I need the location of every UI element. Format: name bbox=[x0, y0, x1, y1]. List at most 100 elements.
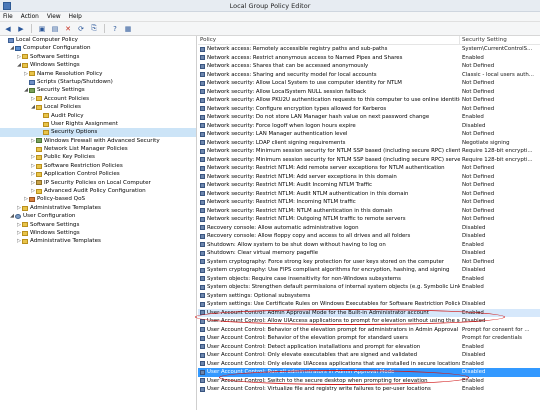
policy-icon bbox=[200, 55, 205, 61]
policy-row[interactable]: System objects: Strengthen default permi… bbox=[198, 283, 540, 292]
security-setting-value: Require 128-bit encrypti... bbox=[462, 156, 533, 163]
forward-icon[interactable]: ▶ bbox=[16, 24, 26, 34]
policy-name: Network security: Restrict NTLM: Audit N… bbox=[207, 190, 409, 197]
policy-row[interactable]: Network security: Restrict NTLM: Add rem… bbox=[198, 164, 540, 173]
tree-item[interactable]: ▷ Administrative Templates bbox=[0, 204, 196, 212]
tree-item[interactable]: ▷ Policy-based QoS bbox=[0, 195, 196, 203]
policy-row[interactable]: Network security: Minimum session securi… bbox=[198, 147, 540, 156]
tree-item[interactable]: Audit Policy bbox=[0, 112, 196, 120]
column-header-policy[interactable]: Policy bbox=[198, 36, 460, 44]
tree-item[interactable]: ▷ Software Settings bbox=[0, 53, 196, 61]
tree-item[interactable]: ◢ Security Settings bbox=[0, 86, 196, 94]
tree-item[interactable]: ◢ User Configuration bbox=[0, 212, 196, 220]
show-hide-tree-icon[interactable]: ▤ bbox=[50, 24, 60, 34]
policy-row[interactable]: Network security: Allow Local System to … bbox=[198, 79, 540, 88]
menu-bar: File Action View Help bbox=[0, 12, 540, 22]
menu-item-view[interactable]: View bbox=[47, 14, 61, 20]
policy-row[interactable]: User Account Control: Behavior of the el… bbox=[198, 326, 540, 335]
tree-item-label: Advanced Audit Policy Configuration bbox=[44, 188, 146, 195]
policy-row[interactable]: User Account Control: Behavior of the el… bbox=[198, 334, 540, 343]
policy-row[interactable]: Network security: LAN Manager authentica… bbox=[198, 130, 540, 139]
tree-item[interactable]: ◢ Computer Configuration bbox=[0, 44, 196, 52]
help-icon[interactable]: ? bbox=[110, 24, 120, 34]
policy-name: Network security: Restrict NTLM: NTLM au… bbox=[207, 207, 393, 214]
tree-item[interactable]: Network List Manager Policies bbox=[0, 145, 196, 153]
policy-cell: System objects: Strengthen default permi… bbox=[198, 283, 460, 292]
policy-row[interactable]: User Account Control: Virtualize file an… bbox=[198, 385, 540, 394]
policy-row[interactable]: Network security: Do not store LAN Manag… bbox=[198, 113, 540, 122]
security-setting-value: Enabled bbox=[462, 309, 484, 316]
menu-item-help[interactable]: Help bbox=[69, 14, 82, 20]
policy-row[interactable]: System objects: Require case insensitivi… bbox=[198, 275, 540, 284]
tree-item[interactable]: Local Computer Policy bbox=[0, 36, 196, 44]
policy-row[interactable]: User Account Control: Allow UIAccess app… bbox=[198, 317, 540, 326]
tree-item[interactable]: ◢ Windows Settings bbox=[0, 61, 196, 69]
policy-row[interactable]: User Account Control: Detect application… bbox=[198, 343, 540, 352]
refresh-icon[interactable]: ⟳ bbox=[76, 24, 86, 34]
tree-item[interactable]: Scripts (Startup/Shutdown) bbox=[0, 78, 196, 86]
tree-item[interactable]: User Rights Assignment bbox=[0, 120, 196, 128]
tree-item-label: Name Resolution Policy bbox=[37, 70, 103, 77]
policy-row[interactable]: User Account Control: Admin Approval Mod… bbox=[198, 308, 540, 318]
tree-item[interactable]: ▷ Software Restriction Policies bbox=[0, 162, 196, 170]
tree-item[interactable]: ▷ Advanced Audit Policy Configuration bbox=[0, 187, 196, 195]
policy-name: User Account Control: Virtualize file an… bbox=[207, 386, 431, 392]
policy-row[interactable]: Network security: Restrict NTLM: Incomin… bbox=[198, 198, 540, 207]
tree-item-label: Public Key Policies bbox=[44, 154, 95, 161]
policy-cell: User Account Control: Admin Approval Mod… bbox=[198, 309, 460, 318]
policy-name: Recovery console: Allow floppy copy and … bbox=[207, 233, 411, 239]
policy-row[interactable]: Network security: Configure encryption t… bbox=[198, 105, 540, 114]
policy-row[interactable]: Network security: Force logoff when logo… bbox=[198, 122, 540, 131]
policy-row[interactable]: Network security: Minimum session securi… bbox=[198, 156, 540, 165]
policy-row[interactable]: User Account Control: Only elevate UIAcc… bbox=[198, 360, 540, 369]
policy-row[interactable]: Network security: Allow PKU2U authentica… bbox=[198, 96, 540, 105]
tree-item[interactable]: ▷ Application Control Policies bbox=[0, 170, 196, 178]
tree-item[interactable]: ◢ Local Policies bbox=[0, 103, 196, 111]
tree-item[interactable]: ▷ Administrative Templates bbox=[0, 237, 196, 245]
policy-row[interactable]: Recovery console: Allow automatic admini… bbox=[198, 224, 540, 233]
up-folder-icon[interactable]: ▣ bbox=[37, 24, 47, 34]
tree-item[interactable]: ▷ IP Security Policies on Local Computer bbox=[0, 179, 196, 187]
menu-item-action[interactable]: Action bbox=[21, 14, 39, 20]
export-icon[interactable]: ⎘ bbox=[89, 24, 99, 34]
tree-item[interactable]: ▷ Software Settings bbox=[0, 221, 196, 229]
policy-row[interactable]: Network security: Restrict NTLM: Add ser… bbox=[198, 173, 540, 182]
security-setting-value: Not Defined bbox=[462, 216, 495, 222]
tree-item-label: Policy-based QoS bbox=[37, 196, 86, 203]
policy-row[interactable]: Recovery console: Allow floppy copy and … bbox=[198, 232, 540, 241]
policy-row[interactable]: System settings: Use Certificate Rules o… bbox=[198, 300, 540, 309]
policy-row[interactable]: System settings: Optional subsystems bbox=[198, 292, 540, 301]
properties-icon[interactable]: ▦ bbox=[123, 24, 133, 34]
tree-item[interactable]: ▷ Public Key Policies bbox=[0, 153, 196, 161]
menu-item-file[interactable]: File bbox=[3, 14, 13, 20]
policy-row[interactable]: Network security: LDAP client signing re… bbox=[198, 139, 540, 148]
tree-item[interactable]: ▷ Account Policies bbox=[0, 95, 196, 103]
policy-row[interactable]: Network security: Allow LocalSystem NULL… bbox=[198, 88, 540, 97]
policy-row[interactable]: User Account Control: Switch to the secu… bbox=[198, 377, 540, 386]
policy-row[interactable]: Network security: Restrict NTLM: Audit I… bbox=[198, 181, 540, 190]
tree-item[interactable]: ▷ Name Resolution Policy bbox=[0, 70, 196, 78]
policy-row[interactable]: User Account Control: Run all administra… bbox=[198, 368, 540, 377]
tree-item[interactable]: Security Options bbox=[0, 128, 196, 137]
security-setting-value: Disabled bbox=[462, 224, 486, 231]
column-header-security-setting[interactable]: Security Setting bbox=[460, 36, 540, 44]
policy-row[interactable]: System cryptography: Force strong key pr… bbox=[198, 258, 540, 267]
policy-row[interactable]: System cryptography: Use FIPS compliant … bbox=[198, 266, 540, 275]
policy-row[interactable]: Network security: Restrict NTLM: NTLM au… bbox=[198, 207, 540, 216]
policy-name: User Account Control: Behavior of the el… bbox=[207, 335, 408, 341]
policy-row[interactable]: Shutdown: Clear virtual memory pagefile D… bbox=[198, 249, 540, 258]
tree-item[interactable]: ▷ Windows Firewall with Advanced Security bbox=[0, 137, 196, 145]
tree-item[interactable]: ▷ Windows Settings bbox=[0, 229, 196, 237]
policy-row[interactable]: Network access: Sharing and security mod… bbox=[198, 71, 540, 80]
policy-row[interactable]: Network security: Restrict NTLM: Audit N… bbox=[198, 190, 540, 199]
policy-row[interactable]: Shutdown: Allow system to be shut down w… bbox=[198, 241, 540, 250]
folder-icon bbox=[22, 222, 28, 228]
policy-row[interactable]: Network access: Remotely accessible regi… bbox=[198, 45, 540, 54]
policy-row[interactable]: Network access: Shares that can be acces… bbox=[198, 62, 540, 71]
security-setting-value: Not Defined bbox=[462, 131, 495, 137]
policy-row[interactable]: Network access: Restrict anonymous acces… bbox=[198, 54, 540, 63]
delete-icon[interactable]: ✕ bbox=[63, 24, 73, 34]
policy-row[interactable]: User Account Control: Only elevate execu… bbox=[198, 351, 540, 360]
policy-row[interactable]: Network security: Restrict NTLM: Outgoin… bbox=[198, 215, 540, 224]
back-icon[interactable]: ◀ bbox=[3, 24, 13, 34]
